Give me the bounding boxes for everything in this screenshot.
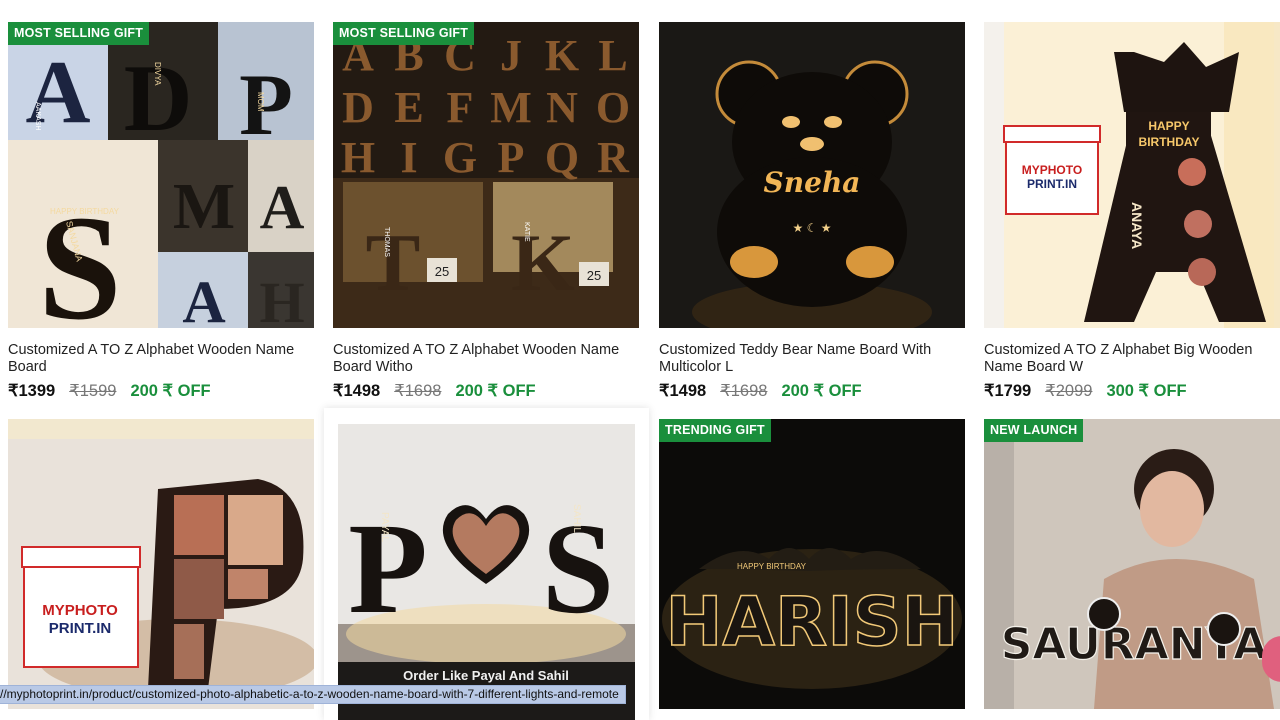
- image-caption: Order Like Payal And Sahil: [403, 668, 569, 683]
- sale-price: ₹1498: [659, 382, 707, 400]
- name-katie: KATIE: [523, 222, 530, 242]
- original-price: ₹1599: [69, 382, 117, 400]
- product-card[interactable]: MOST SELLING GIFT A B C J K L D E F M N …: [333, 22, 639, 401]
- name-harish: HARISH: [665, 583, 958, 662]
- happy-text: HAPPY: [1148, 119, 1189, 133]
- name-aakash: AAKASH: [34, 102, 41, 130]
- grid-letter: O: [596, 83, 630, 132]
- sale-price: ₹1799: [984, 382, 1032, 400]
- product-image[interactable]: NEW LAUNCH SAURANYA: [984, 419, 1280, 709]
- original-price: ₹1698: [720, 382, 768, 400]
- logo-text: MYPHOTO: [1022, 163, 1082, 177]
- happy-birthday-text: HAPPY BIRTHDAY: [737, 562, 807, 571]
- product-image[interactable]: MYPHOTO PRINT.IN HAPPY BIRTHDAY ANAYA: [984, 22, 1280, 328]
- product-card-hovered[interactable]: P S PAYAL SAHIL Order Like Payal And Sah…: [324, 408, 649, 720]
- letter-m: M: [173, 170, 235, 243]
- badge-trending: TRENDING GIFT: [659, 419, 771, 442]
- product-title[interactable]: Customized A TO Z Alphabet Wooden Name B…: [8, 342, 314, 376]
- alphabet-grid-image: A B C J K L D E F M N O H I G P Q R T K …: [333, 22, 639, 328]
- grid-letter: G: [443, 133, 477, 182]
- letter-p: P: [239, 57, 293, 154]
- grid-letter: L: [598, 31, 627, 80]
- product-image[interactable]: TRENDING GIFT HARISH HAPPY BIRTHDAY: [659, 419, 965, 709]
- name-anaya: ANAYA: [1129, 202, 1145, 249]
- badge-most-selling: MOST SELLING GIFT: [333, 22, 475, 45]
- grid-letter: N: [546, 83, 578, 132]
- product-card[interactable]: Sneha ★ ☾ ★ Customized Teddy Bear Name B…: [659, 22, 965, 401]
- grid-letter: I: [400, 133, 417, 182]
- photo-letter-p-image: MYPHOTO PRINT.IN: [8, 419, 314, 709]
- birthday-text: BIRTHDAY: [1139, 135, 1200, 149]
- letter-k: K: [511, 217, 575, 308]
- name-mom: MOM: [256, 92, 265, 112]
- price-row: ₹1498 ₹1698 200 ₹ OFF: [659, 381, 965, 401]
- grid-letter: Q: [545, 133, 579, 182]
- product-image[interactable]: MOST SELLING GIFT A B C J K L D E F M N …: [333, 22, 639, 328]
- status-bar-url: //myphotoprint.in/product/customized-pho…: [0, 685, 626, 704]
- name-payal: PAYAL: [379, 512, 390, 542]
- grid-letter: J: [500, 31, 522, 80]
- logo-text: PRINT.IN: [49, 620, 112, 637]
- letter-t: T: [366, 217, 421, 308]
- product-image[interactable]: MYPHOTO PRINT.IN: [8, 419, 314, 709]
- product-card[interactable]: MYPHOTO PRINT.IN: [8, 419, 314, 709]
- grid-letter: K: [545, 31, 579, 80]
- original-price: ₹2099: [1045, 382, 1093, 400]
- grid-letter: M: [490, 83, 532, 132]
- calendar-number: 25: [435, 264, 449, 279]
- product-card[interactable]: NEW LAUNCH SAURANYA: [984, 419, 1280, 709]
- discount-label: 200 ₹ OFF: [781, 382, 862, 400]
- happy-birthday-text: HAPPY BIRTHDAY: [50, 207, 120, 216]
- product-title[interactable]: Customized A TO Z Alphabet Big Wooden Na…: [984, 342, 1280, 376]
- product-card[interactable]: MYPHOTO PRINT.IN HAPPY BIRTHDAY ANAYA Cu…: [984, 22, 1280, 401]
- sale-price: ₹1498: [333, 382, 381, 400]
- girl-with-name-board-image: SAURANYA: [984, 419, 1280, 709]
- badge-most-selling: MOST SELLING GIFT: [8, 22, 150, 45]
- discount-label: 300 ₹ OFF: [1106, 382, 1187, 400]
- product-card[interactable]: TRENDING GIFT HARISH HAPPY BIRTHDAY: [659, 419, 965, 709]
- grid-letter: P: [498, 133, 525, 182]
- product-title[interactable]: Customized A TO Z Alphabet Wooden Name B…: [333, 342, 639, 376]
- price-row: ₹1498 ₹1698 200 ₹ OFF: [333, 381, 639, 401]
- discount-label: 200 ₹ OFF: [455, 382, 536, 400]
- letter-a-3: A: [182, 269, 225, 328]
- original-price: ₹1698: [394, 382, 442, 400]
- teddy-bear-image: Sneha ★ ☾ ★: [659, 22, 965, 328]
- teddy-name-sneha: Sneha: [764, 166, 861, 199]
- grid-letter: D: [342, 83, 374, 132]
- name-divya: DIVYA: [153, 62, 162, 86]
- logo-text: PRINT.IN: [1027, 177, 1077, 191]
- alphabet-collage-image: A D P S M A A H AAKASH DIVYA MOM SANJANA…: [8, 22, 314, 328]
- product-image[interactable]: Sneha ★ ☾ ★: [659, 22, 965, 328]
- price-row: ₹1399 ₹1599 200 ₹ OFF: [8, 381, 314, 401]
- payal-sahil-heart-board-image: P S PAYAL SAHIL Order Like Payal And Sah…: [338, 424, 635, 720]
- price-row: ₹1799 ₹2099 300 ₹ OFF: [984, 381, 1280, 401]
- grid-letter: H: [341, 133, 375, 182]
- badge-new-launch: NEW LAUNCH: [984, 419, 1084, 442]
- name-thomas: THOMAS: [383, 227, 390, 257]
- grid-letter: E: [394, 83, 423, 132]
- sale-price: ₹1399: [8, 382, 56, 400]
- product-image[interactable]: P S PAYAL SAHIL Order Like Payal And Sah…: [338, 424, 635, 720]
- letter-a-2: A: [260, 174, 305, 242]
- name-sahil: SAHIL: [571, 504, 582, 533]
- product-image[interactable]: MOST SELLING GIFT A D P S M A A H AAKASH: [8, 22, 314, 328]
- letter-d: D: [124, 45, 193, 151]
- harish-name-board-image: HARISH HAPPY BIRTHDAY: [659, 419, 965, 709]
- logo-text: MYPHOTO: [42, 602, 118, 619]
- product-title[interactable]: Customized Teddy Bear Name Board With Mu…: [659, 342, 965, 376]
- grid-letter: F: [447, 83, 474, 132]
- product-card[interactable]: MOST SELLING GIFT A D P S M A A H AAKASH: [8, 22, 314, 401]
- svg-text:★ ☾ ★: ★ ☾ ★: [793, 221, 832, 235]
- letter-h: H: [259, 270, 304, 328]
- calendar-number: 25: [587, 268, 601, 283]
- big-letter-a-image: MYPHOTO PRINT.IN HAPPY BIRTHDAY ANAYA: [984, 22, 1280, 328]
- grid-letter: R: [597, 133, 630, 182]
- discount-label: 200 ₹ OFF: [130, 382, 211, 400]
